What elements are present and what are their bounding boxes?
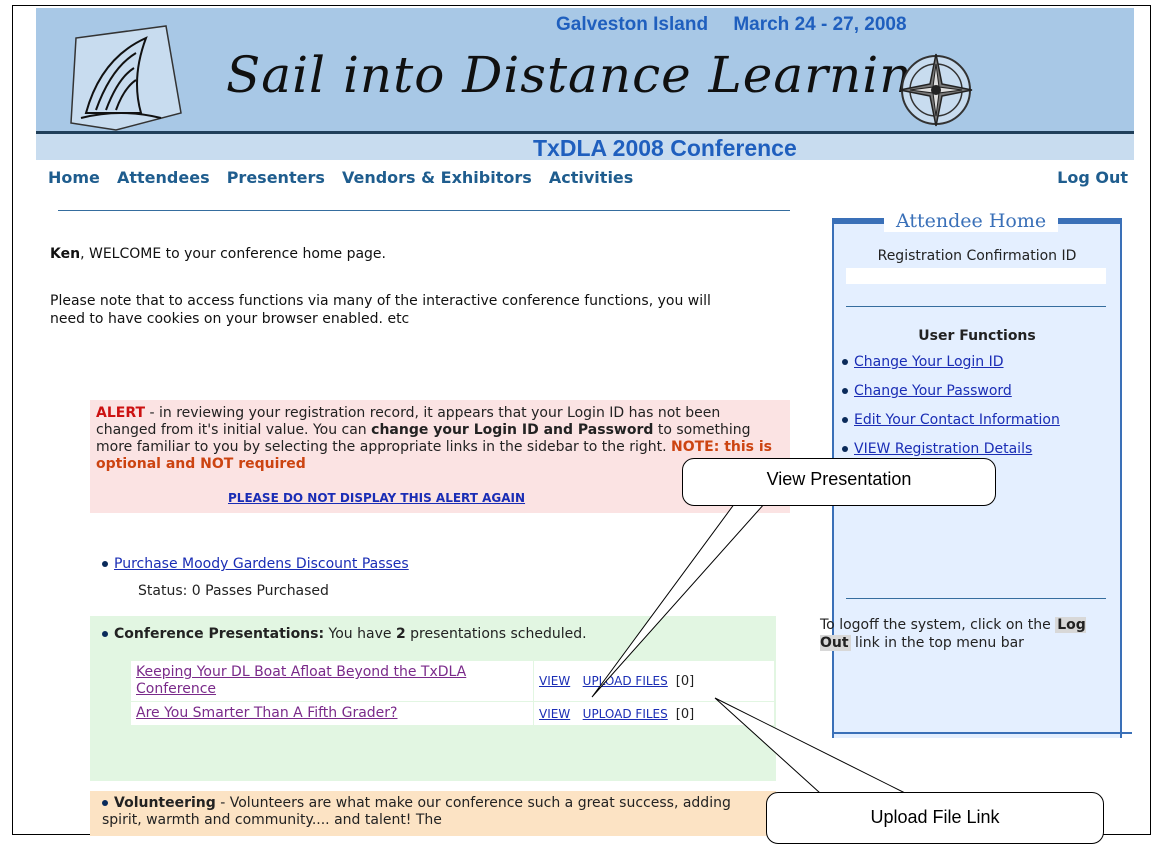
sailboat-logo-icon (70, 25, 182, 131)
nav-vendors-exhibitors[interactable]: Vendors & Exhibitors (342, 168, 532, 187)
presentation-actions: VIEW UPLOAD FILES [0] (533, 660, 775, 702)
presentations-label: Conference Presentations: (114, 626, 325, 642)
logoff-instructions: To logoff the system, click on the Log O… (820, 616, 1116, 652)
file-count: [0] (675, 706, 695, 722)
banner-divider (36, 131, 1134, 134)
upload-files-link[interactable]: UPLOAD FILES (583, 707, 668, 721)
user-functions-heading: User Functions (918, 328, 1036, 344)
banner-topline: Galveston Island March 24 - 27, 2008 (556, 14, 927, 36)
presentations-text-after: presentations scheduled. (405, 626, 587, 642)
sidebar-divider (846, 598, 1106, 599)
table-row: Keeping Your DL Boat Afloat Beyond the T… (130, 660, 775, 702)
cookies-note: Please note that to access functions via… (50, 293, 711, 327)
moody-status: Status: 0 Passes Purchased (138, 583, 329, 599)
sidebar-bottom-rule (832, 732, 1132, 734)
banner-location: Galveston Island (556, 14, 709, 35)
bullet-icon (842, 417, 848, 423)
presentation-actions: VIEW UPLOAD FILES [0] (533, 701, 775, 726)
content-divider (58, 210, 790, 211)
logout-link[interactable]: Log Out (1057, 168, 1128, 187)
login-alert-text: ALERT - in reviewing your registration r… (96, 405, 776, 473)
welcome-message: Ken, WELCOME to your conference home pag… (50, 245, 386, 263)
view-presentation-link[interactable]: VIEW (539, 674, 570, 688)
nav-activities[interactable]: Activities (549, 168, 633, 187)
view-presentation-callout: View Presentation (682, 458, 996, 506)
dismiss-alert-link[interactable]: PLEASE DO NOT DISPLAY THIS ALERT AGAIN (228, 491, 525, 505)
moody-gardens-link[interactable]: Purchase Moody Gardens Discount Passes (114, 556, 409, 572)
registration-id-value (846, 268, 1106, 284)
logoff-text-2: link in the top menu bar (850, 635, 1024, 651)
top-menu-bar: Home Attendees Presenters Vendors & Exhi… (48, 168, 1128, 194)
upload-files-link[interactable]: UPLOAD FILES (583, 674, 668, 688)
bullet-icon (102, 800, 108, 806)
conference-banner: Galveston Island March 24 - 27, 2008 Sai… (36, 8, 1134, 161)
nav-home[interactable]: Home (48, 168, 100, 187)
banner-script-title: Sail into Distance Learning (226, 46, 946, 104)
banner-dates: March 24 - 27, 2008 (733, 14, 907, 35)
welcome-text: , WELCOME to your conference home page. (80, 246, 386, 262)
presentations-text-before: You have (324, 626, 396, 642)
table-row: Are You Smarter Than A Fifth Grader? VIE… (130, 701, 775, 726)
list-item: Edit Your Contact Information (842, 412, 1060, 441)
list-item: Change Your Password (842, 383, 1060, 412)
sidebar-title: Attendee Home (884, 210, 1059, 232)
sidebar-divider (846, 306, 1106, 307)
alert-bold-text: change your Login ID and Password (371, 422, 654, 438)
bullet-icon (102, 631, 108, 637)
volunteer-text: Volunteering - Volunteers are what make … (102, 795, 762, 829)
upload-file-callout: Upload File Link (766, 792, 1104, 844)
user-functions-list: Change Your Login ID Change Your Passwor… (842, 354, 1060, 470)
presentation-title[interactable]: Are You Smarter Than A Fifth Grader? (130, 701, 534, 726)
logoff-text-1: To logoff the system, click on the (820, 617, 1056, 633)
bullet-icon (102, 561, 108, 567)
presentations-header: Conference Presentations: You have 2 pre… (102, 626, 587, 642)
edit-contact-info-link[interactable]: Edit Your Contact Information (854, 412, 1060, 428)
view-presentation-link[interactable]: VIEW (539, 707, 570, 721)
alert-label: ALERT (96, 405, 146, 421)
moody-gardens-item: Purchase Moody Gardens Discount Passes (102, 556, 409, 572)
file-count: [0] (675, 674, 695, 689)
change-login-id-link[interactable]: Change Your Login ID (854, 354, 1004, 370)
bullet-icon (842, 446, 848, 452)
bullet-icon (842, 388, 848, 394)
bullet-icon (842, 359, 848, 365)
presentations-table: Keeping Your DL Boat Afloat Beyond the T… (130, 660, 775, 726)
compass-rose-icon (899, 53, 973, 127)
welcome-name: Ken (50, 246, 81, 262)
list-item: Change Your Login ID (842, 354, 1060, 383)
volunteer-label: Volunteering (114, 795, 216, 811)
registration-id-label: Registration Confirmation ID (877, 248, 1077, 264)
nav-presenters[interactable]: Presenters (227, 168, 325, 187)
banner-subtitle: TxDLA 2008 Conference (533, 135, 797, 161)
presentation-title[interactable]: Keeping Your DL Boat Afloat Beyond the T… (130, 660, 534, 702)
presentations-count: 2 (395, 626, 406, 642)
change-password-link[interactable]: Change Your Password (854, 383, 1012, 399)
view-registration-details-link[interactable]: VIEW Registration Details (854, 441, 1032, 457)
nav-attendees[interactable]: Attendees (117, 168, 210, 187)
